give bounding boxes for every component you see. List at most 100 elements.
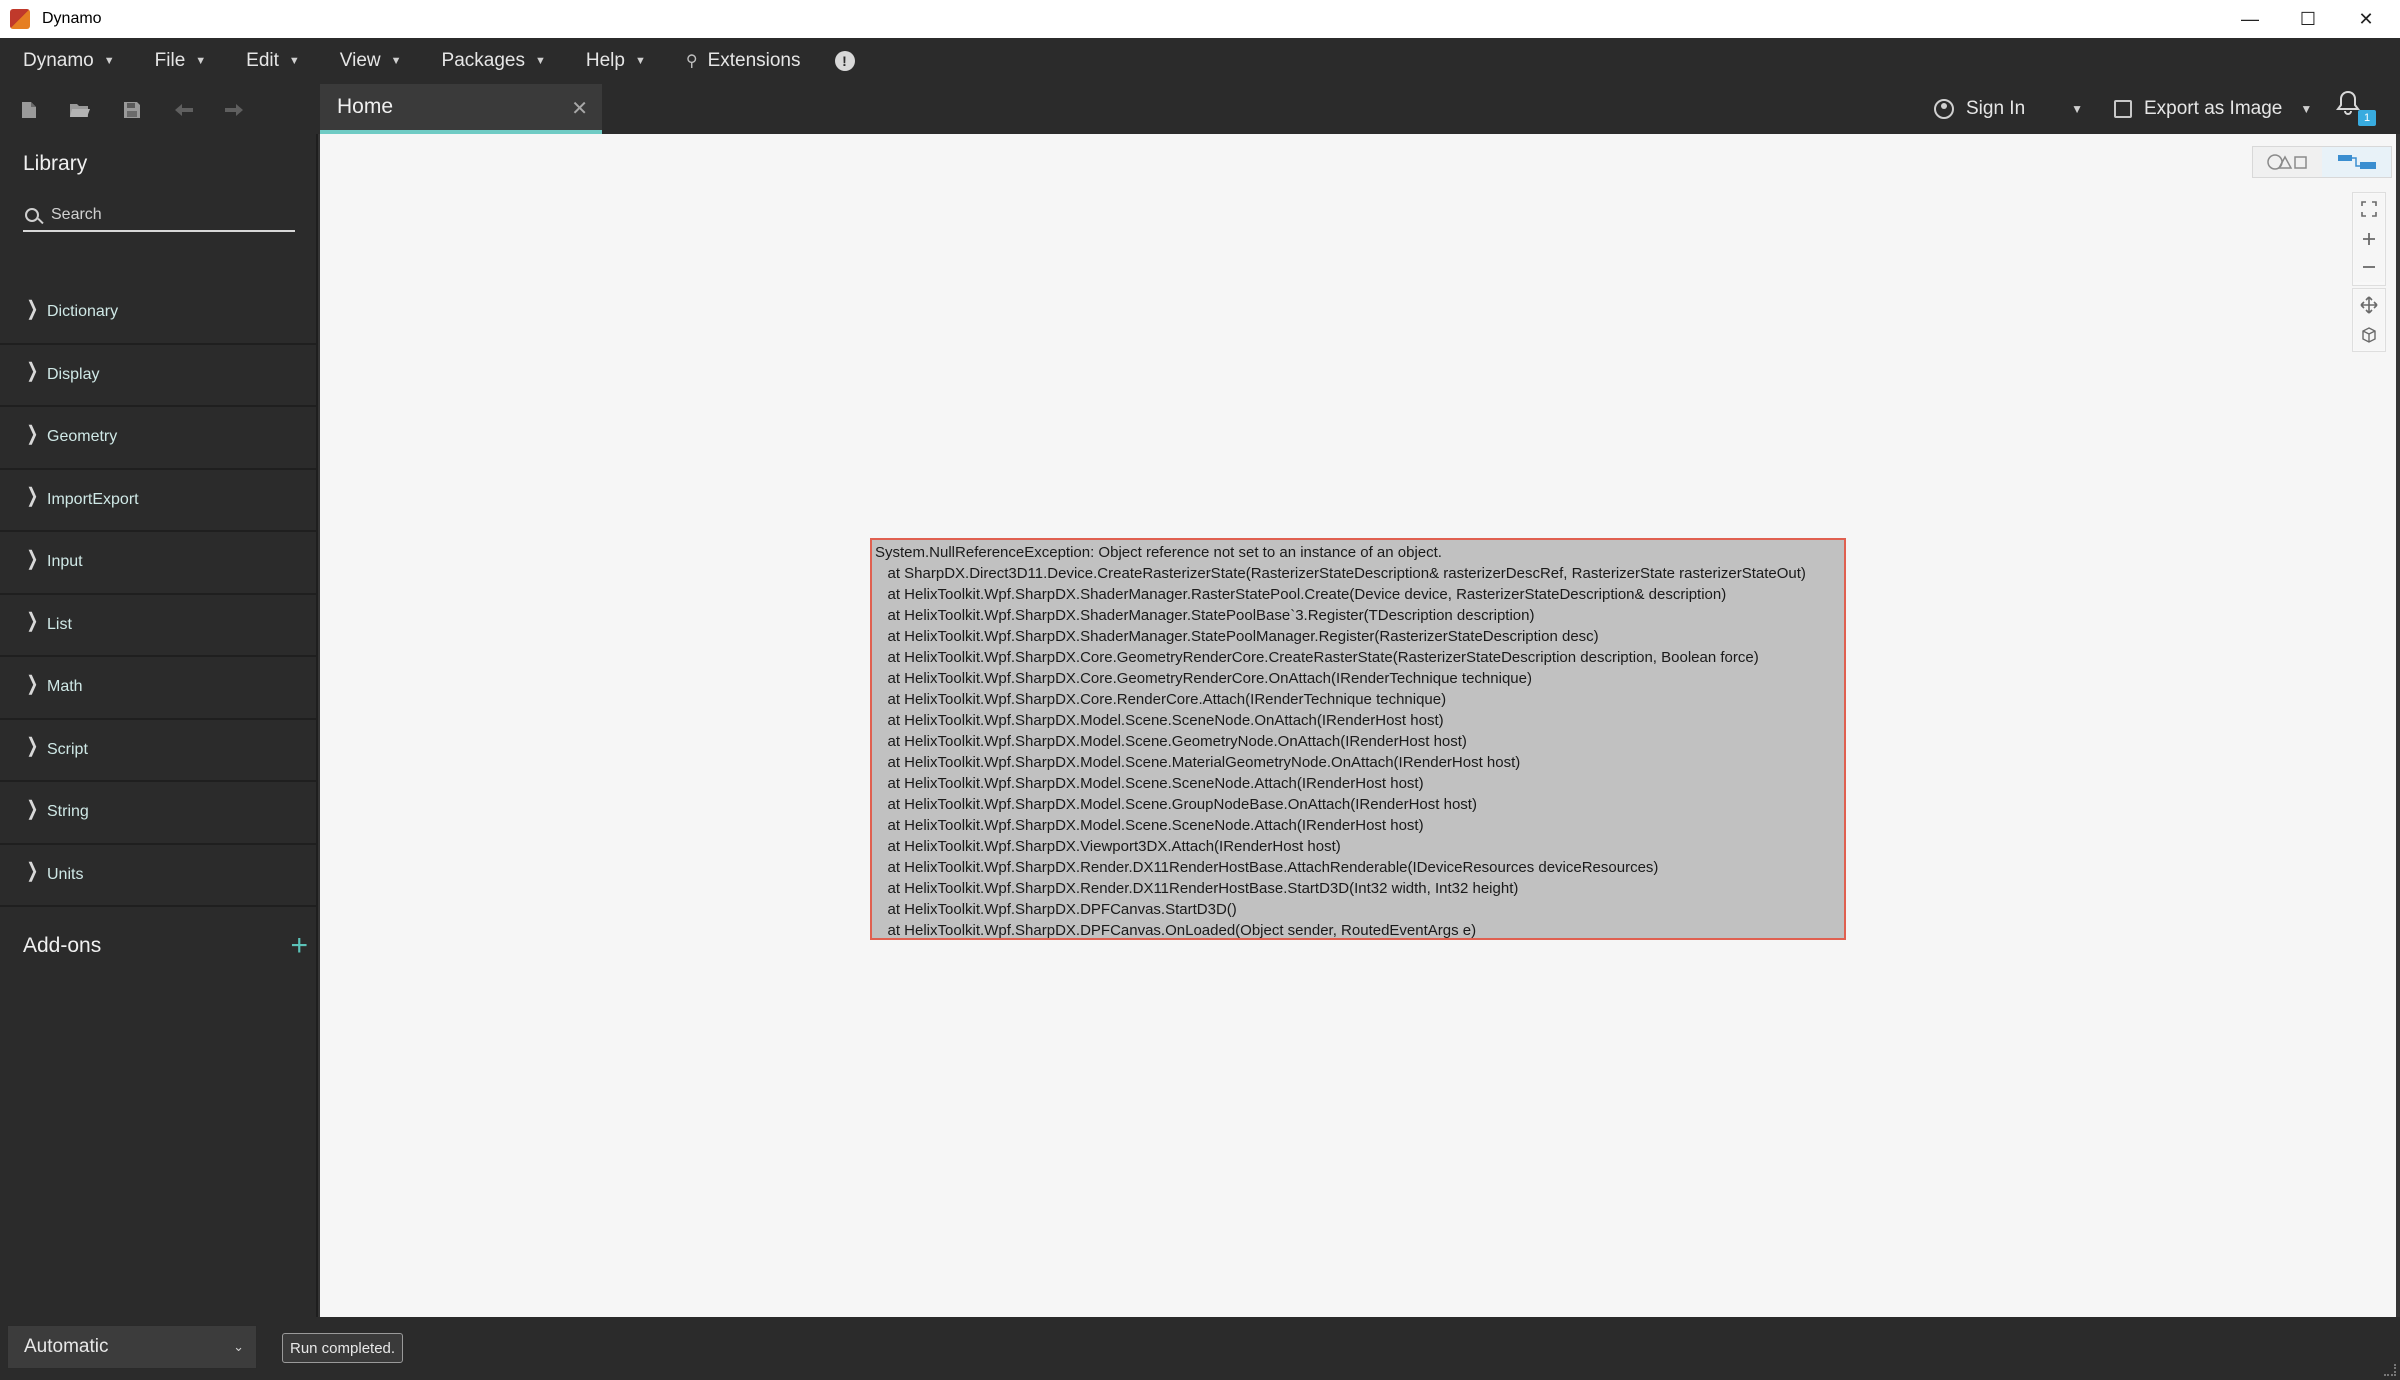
library-item-geometry[interactable]: ❯ Geometry bbox=[0, 407, 316, 470]
menu-file[interactable]: File ▼ bbox=[135, 38, 227, 84]
chevron-right-icon: ❯ bbox=[26, 735, 39, 758]
menu-view[interactable]: View ▼ bbox=[320, 38, 422, 84]
library-item-label: ImportExport bbox=[47, 490, 139, 508]
run-mode-value: Automatic bbox=[24, 1336, 109, 1357]
library-item-math[interactable]: ❯ Math bbox=[0, 657, 316, 720]
menu-label: View bbox=[339, 50, 381, 71]
tab-home[interactable]: Home ✕ bbox=[320, 84, 602, 134]
error-line: at HelixToolkit.Wpf.SharpDX.ShaderManage… bbox=[875, 607, 1535, 624]
new-file-icon[interactable] bbox=[18, 99, 40, 121]
library-item-dictionary[interactable]: ❯ Dictionary bbox=[0, 282, 316, 345]
sign-in-button[interactable]: Sign In ▼ bbox=[1934, 84, 2083, 134]
add-addon-icon[interactable]: + bbox=[290, 931, 308, 961]
info-icon[interactable]: ! bbox=[834, 51, 855, 71]
error-line: at HelixToolkit.Wpf.SharpDX.Model.Scene.… bbox=[875, 775, 1424, 792]
dynamo-logo-icon bbox=[10, 9, 30, 29]
library-item-string[interactable]: ❯ String bbox=[0, 782, 316, 845]
menu-label: Help bbox=[585, 50, 625, 71]
zoom-in-icon[interactable] bbox=[2354, 224, 2384, 254]
menu-label: Dynamo bbox=[23, 50, 94, 71]
pan-icon[interactable] bbox=[2354, 290, 2384, 320]
resize-grip-icon[interactable] bbox=[2384, 1364, 2396, 1376]
window-title: Dynamo bbox=[42, 10, 102, 27]
menu-label: Extensions bbox=[707, 50, 801, 71]
open-folder-icon[interactable] bbox=[69, 99, 91, 121]
menu-label: File bbox=[154, 50, 186, 71]
error-line: at HelixToolkit.Wpf.SharpDX.DPFCanvas.On… bbox=[875, 922, 1477, 939]
chevron-down-icon: ⌄ bbox=[233, 1339, 244, 1354]
export-label: Export as Image bbox=[2144, 98, 2283, 119]
minimize-button[interactable]: — bbox=[2222, 0, 2278, 38]
view-mode-toggle bbox=[2252, 146, 2392, 178]
library-title: Library bbox=[23, 152, 88, 175]
chevron-right-icon: ❯ bbox=[26, 547, 39, 570]
orbit-icon[interactable] bbox=[2354, 320, 2384, 350]
extension-icon: ⚲ bbox=[685, 53, 698, 70]
error-line: at HelixToolkit.Wpf.SharpDX.Render.DX11R… bbox=[875, 880, 1519, 897]
menu-help[interactable]: Help ▼ bbox=[566, 38, 666, 84]
library-item-input[interactable]: ❯ Input bbox=[0, 532, 316, 595]
close-window-button[interactable]: ✕ bbox=[2338, 0, 2394, 38]
bell-icon bbox=[2336, 90, 2360, 115]
menu-dynamo[interactable]: Dynamo ▼ bbox=[3, 38, 135, 84]
error-line: at HelixToolkit.Wpf.SharpDX.Viewport3DX.… bbox=[875, 838, 1341, 855]
chevron-down-icon: ▼ bbox=[2300, 102, 2313, 116]
chevron-down-icon: ▼ bbox=[390, 55, 402, 67]
chevron-right-icon: ❯ bbox=[26, 797, 39, 820]
library-item-label: Geometry bbox=[47, 428, 118, 446]
notification-badge: 1 bbox=[2358, 110, 2376, 126]
graph-view-icon[interactable] bbox=[2322, 147, 2391, 177]
menu-edit[interactable]: Edit ▼ bbox=[226, 38, 320, 84]
chevron-down-icon: ▼ bbox=[103, 55, 115, 67]
tab-label: Home bbox=[337, 95, 394, 118]
run-mode-dropdown[interactable]: Automatic ⌄ bbox=[7, 1325, 257, 1369]
sign-in-label: Sign In bbox=[1966, 98, 2026, 119]
maximize-button[interactable]: ☐ bbox=[2280, 0, 2336, 38]
status-bar: Automatic ⌄ Run completed. bbox=[0, 1317, 2400, 1380]
redo-icon[interactable] bbox=[223, 99, 245, 121]
error-line: at HelixToolkit.Wpf.SharpDX.DPFCanvas.St… bbox=[875, 901, 1237, 918]
error-line: System.NullReferenceException: Object re… bbox=[875, 544, 1442, 561]
workspace-canvas[interactable]: System.NullReferenceException: Object re… bbox=[320, 134, 2396, 1317]
menu-label: Packages bbox=[441, 50, 525, 71]
library-item-label: Script bbox=[47, 740, 88, 758]
zoom-to-fit-icon[interactable] bbox=[2354, 194, 2384, 224]
save-icon[interactable] bbox=[121, 99, 143, 121]
undo-icon[interactable] bbox=[173, 99, 195, 121]
library-item-list[interactable]: ❯ List bbox=[0, 595, 316, 657]
chevron-right-icon: ❯ bbox=[26, 297, 39, 320]
menu-extensions[interactable]: ⚲ Extensions bbox=[666, 38, 821, 84]
library-item-script[interactable]: ❯ Script bbox=[0, 720, 316, 782]
close-tab-icon[interactable]: ✕ bbox=[571, 96, 588, 121]
error-line: at HelixToolkit.Wpf.SharpDX.ShaderManage… bbox=[875, 586, 1727, 603]
error-line: at HelixToolkit.Wpf.SharpDX.Model.Scene.… bbox=[875, 817, 1424, 834]
error-line: at HelixToolkit.Wpf.SharpDX.Model.Scene.… bbox=[875, 754, 1521, 771]
chevron-down-icon[interactable]: ▼ bbox=[2071, 102, 2083, 116]
title-bar: Dynamo — ☐ ✕ bbox=[0, 0, 2400, 38]
chevron-right-icon: ❯ bbox=[26, 485, 39, 508]
library-item-label: String bbox=[47, 803, 89, 821]
library-item-label: Input bbox=[47, 553, 83, 571]
library-item-units[interactable]: ❯ Units bbox=[0, 845, 316, 907]
chevron-right-icon: ❯ bbox=[26, 672, 39, 695]
error-line: at HelixToolkit.Wpf.SharpDX.ShaderManage… bbox=[875, 628, 1599, 645]
library-item-label: Units bbox=[47, 865, 84, 883]
notifications-button[interactable]: 1 bbox=[2336, 90, 2376, 126]
search-input[interactable] bbox=[51, 206, 271, 224]
export-as-image-button[interactable]: Export as Image ▼ bbox=[2114, 84, 2312, 134]
error-line: at HelixToolkit.Wpf.SharpDX.Model.Scene.… bbox=[875, 796, 1477, 813]
library-panel: Library ❯ Dictionary ❯ Display ❯ Geometry ❯… bbox=[0, 134, 318, 1317]
error-line: at HelixToolkit.Wpf.SharpDX.Model.Scene.… bbox=[875, 733, 1467, 750]
error-line: at HelixToolkit.Wpf.SharpDX.Core.Geometr… bbox=[875, 649, 1759, 666]
error-line: at HelixToolkit.Wpf.SharpDX.Core.Geometr… bbox=[875, 670, 1532, 687]
menu-packages[interactable]: Packages ▼ bbox=[422, 38, 566, 84]
image-icon bbox=[2114, 100, 2132, 118]
geometry-view-icon[interactable] bbox=[2253, 147, 2322, 177]
zoom-out-icon[interactable] bbox=[2354, 252, 2384, 282]
library-item-importexport[interactable]: ❯ ImportExport bbox=[0, 470, 316, 532]
library-item-display[interactable]: ❯ Display bbox=[0, 345, 316, 407]
library-search[interactable] bbox=[23, 200, 295, 232]
chevron-down-icon: ▼ bbox=[634, 55, 646, 67]
library-item-label: Math bbox=[47, 678, 83, 696]
chevron-right-icon: ❯ bbox=[26, 860, 39, 883]
